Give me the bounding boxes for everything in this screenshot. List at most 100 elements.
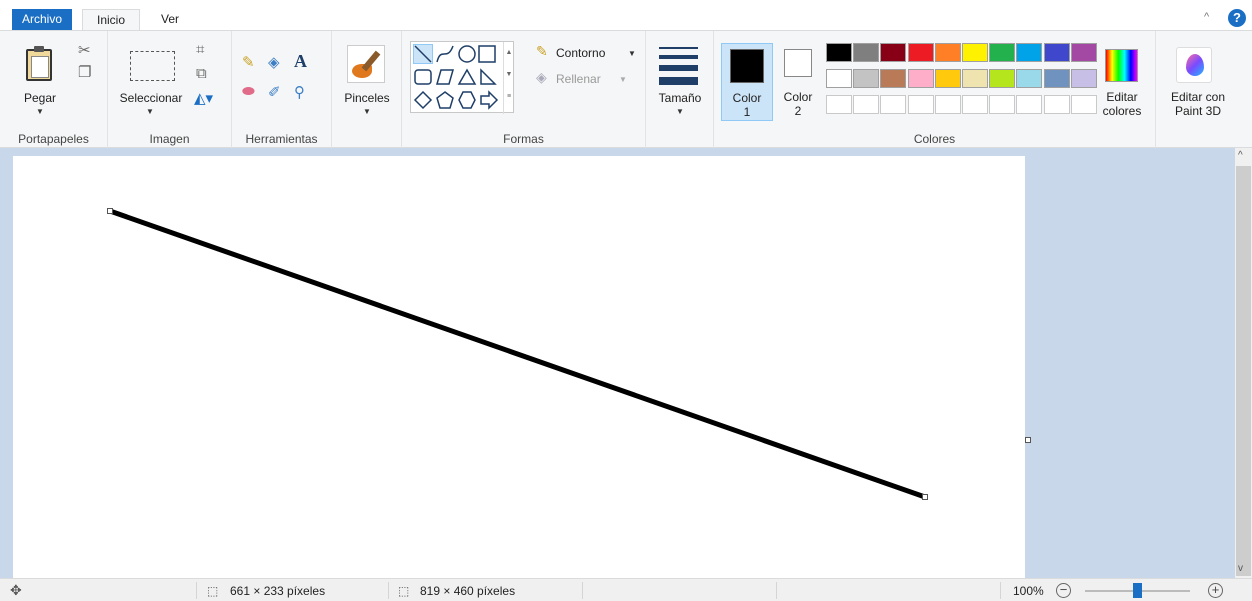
palette-swatch[interactable] [1070,69,1097,88]
paste-dropdown-icon[interactable]: ▼ [36,107,44,116]
line-handle-start[interactable] [107,208,113,214]
color-picker-icon[interactable]: ✐ [268,83,281,101]
palette-swatch[interactable] [1043,43,1070,62]
palette-swatch[interactable] [934,43,961,62]
brushes-button[interactable]: Pinceles [336,91,398,105]
ribbon: Pegar ▼ ✂ ❐ Portapapeles Seleccionar ▼ ⌗… [0,30,1252,148]
outline-icon[interactable]: ✎ [536,43,548,60]
scrollbar-thumb[interactable] [1236,166,1251,576]
group-label-herramientas: Herramientas [245,132,318,146]
palette-swatch[interactable] [826,69,852,88]
palette-custom-slot[interactable] [907,95,934,114]
palette-swatch[interactable] [1043,69,1070,88]
fill-icon: ◈ [536,69,547,85]
color1-button[interactable]: Color 1 [721,43,773,121]
zoom-out-icon[interactable]: − [1056,583,1071,598]
edit-colors-label-1[interactable]: Editar [1092,90,1152,104]
shapes-gallery[interactable]: ▲ ▼ ≡ [410,41,514,114]
resize-icon[interactable]: ⧉ [196,65,207,82]
paint3d-label-1[interactable]: Editar con [1158,90,1238,104]
workspace [0,148,1235,582]
zoom-slider-thumb[interactable] [1133,583,1142,598]
canvas-size: 819 × 460 píxeles [420,584,516,598]
select-icon[interactable] [130,51,175,81]
paste-button[interactable]: Pegar [18,91,62,105]
size-dropdown-icon[interactable]: ▼ [676,107,684,116]
canvas-drawing [109,208,926,500]
select-button[interactable]: Seleccionar [112,91,190,105]
palette-swatch[interactable] [1070,43,1097,62]
rotate-icon[interactable]: ◭▾ [194,89,213,107]
palette-swatch[interactable] [1016,43,1043,62]
paint3d-label-2[interactable]: Paint 3D [1158,104,1238,118]
vertical-scrollbar[interactable]: ^ v [1235,148,1252,578]
palette-swatch[interactable] [907,43,934,62]
fill-button: Rellenar [556,72,601,86]
pencil-icon[interactable]: ✎ [242,53,255,71]
palette-custom-slot[interactable] [880,95,907,114]
paste-icon[interactable] [26,46,52,81]
paint3d-icon[interactable] [1176,47,1212,83]
selection-size-icon: ⬚ [207,584,219,598]
line-handle-end[interactable] [922,494,928,500]
zoom-level: 100% [1013,584,1044,598]
palette-swatch[interactable] [989,69,1016,88]
color1-label: Color [732,91,762,105]
group-portapapeles: Pegar ▼ ✂ ❐ Portapapeles [0,31,108,148]
palette-custom-slot[interactable] [1043,95,1070,114]
status-bar: ✥ ⬚ 661 × 233 píxeles ⬚ 819 × 460 píxele… [0,578,1252,601]
crop-icon[interactable]: ⌗ [196,41,204,58]
edit-colors-icon[interactable] [1105,49,1138,82]
ribbon-tabs: Archivo Inicio Ver ^ ? [0,0,1252,31]
palette-custom-slot[interactable] [853,95,880,114]
brush-icon[interactable] [347,45,385,83]
palette-custom-slot[interactable] [962,95,988,114]
palette-swatch[interactable] [934,69,961,88]
color2-number: 2 [794,104,802,118]
size-button[interactable]: Tamaño [650,91,710,105]
eraser-icon[interactable]: ⬬ [242,83,255,100]
palette-swatch[interactable] [962,43,988,62]
drawing-canvas[interactable] [13,156,1025,582]
palette-custom-slot[interactable] [1016,95,1043,114]
group-label-portapapeles: Portapapeles [18,132,89,146]
palette-swatch[interactable] [880,69,907,88]
text-tool-icon[interactable]: A [294,51,307,72]
copy-icon[interactable]: ❐ [78,63,91,81]
scroll-down-icon[interactable]: v [1238,563,1243,574]
outline-button[interactable]: Contorno [556,46,605,60]
color2-swatch[interactable] [784,49,812,77]
drawn-line[interactable] [109,208,926,500]
fill-dropdown-icon: ▼ [619,75,627,84]
select-dropdown-icon[interactable]: ▼ [146,107,154,116]
collapse-ribbon-icon[interactable]: ^ [1204,11,1209,23]
palette-swatch[interactable] [826,43,852,62]
scroll-up-icon[interactable]: ^ [1238,150,1243,161]
zoom-in-icon[interactable]: + [1208,583,1223,598]
selection-size: 661 × 233 píxeles [230,584,326,598]
magnifier-icon[interactable]: ⚲ [294,83,305,101]
tab-archivo[interactable]: Archivo [12,9,72,30]
palette-swatch[interactable] [880,43,907,62]
palette-swatch[interactable] [853,69,880,88]
cut-icon[interactable]: ✂ [78,41,91,59]
palette-custom-slot[interactable] [934,95,961,114]
tab-inicio[interactable]: Inicio [82,9,140,31]
group-pinceles: Pinceles ▼ [332,31,402,148]
color2-label[interactable]: Color [776,90,820,104]
fill-bucket-icon[interactable]: ◈ [268,53,280,71]
help-icon[interactable]: ? [1228,9,1246,27]
palette-custom-slot[interactable] [826,95,852,114]
palette-swatch[interactable] [907,69,934,88]
palette-swatch[interactable] [1016,69,1043,88]
edit-colors-label-2[interactable]: colores [1092,104,1152,118]
palette-swatch[interactable] [989,43,1016,62]
canvas-resize-handle[interactable] [1025,437,1031,443]
palette-swatch[interactable] [853,43,880,62]
brushes-dropdown-icon[interactable]: ▼ [363,107,371,116]
palette-swatch[interactable] [962,69,988,88]
group-colores: Color 1 Color 2 Editar colores Colores [714,31,1156,148]
palette-custom-slot[interactable] [989,95,1016,114]
tab-ver[interactable]: Ver [150,9,190,30]
outline-dropdown-icon[interactable]: ▼ [628,49,636,58]
